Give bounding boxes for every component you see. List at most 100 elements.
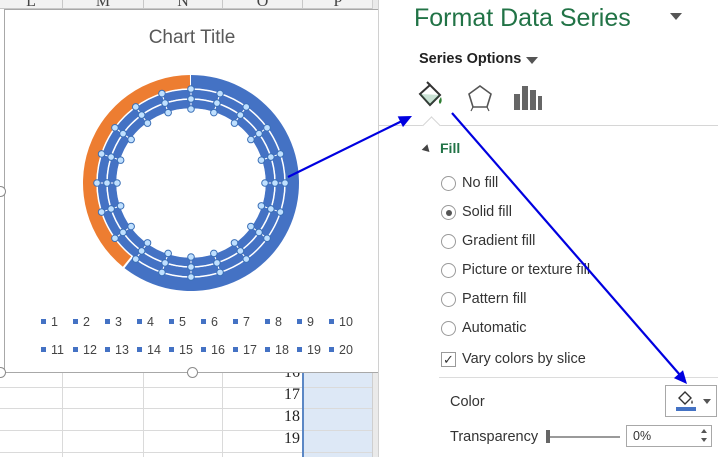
legend-entry[interactable]: 8 (265, 315, 282, 329)
effects-icon[interactable] (463, 80, 497, 114)
selection-handle[interactable] (236, 247, 245, 255)
legend-entry[interactable]: 14 (137, 343, 161, 357)
selection-handle[interactable] (164, 108, 172, 117)
legend-entry[interactable]: 3 (105, 315, 122, 329)
series-options-dropdown[interactable]: Series Options (419, 51, 521, 67)
selection-handle[interactable] (187, 95, 195, 103)
selection-handle[interactable] (213, 99, 221, 107)
selection-handle[interactable] (127, 222, 135, 231)
chart-area[interactable]: Chart Title 1 2 3 4 5 6 7 8 9 10 11 12 13 14 15 16 17 18… (4, 9, 382, 373)
selection-handle[interactable] (161, 259, 169, 267)
selection-handle[interactable] (267, 205, 275, 213)
selection-handle[interactable] (213, 259, 221, 267)
collapse-caret-icon[interactable] (421, 144, 433, 155)
selection-handle[interactable] (127, 135, 135, 144)
selection-handle[interactable] (257, 202, 266, 210)
column-header-l[interactable]: L (0, 0, 62, 8)
selection-handle[interactable] (276, 150, 285, 158)
selection-handle[interactable] (247, 222, 255, 231)
selection-handle[interactable] (267, 153, 275, 161)
transparency-input[interactable]: 0% (626, 425, 712, 447)
selection-handle[interactable] (247, 135, 255, 144)
legend-entry[interactable]: 17 (233, 343, 257, 357)
selection-handle[interactable] (107, 205, 115, 213)
radio-button[interactable] (441, 205, 456, 220)
legend-entry[interactable]: 9 (297, 315, 314, 329)
radio-button[interactable] (441, 234, 456, 249)
column-header-p[interactable]: P (303, 0, 373, 8)
selection-handle[interactable] (113, 179, 121, 187)
selection-handle[interactable] (216, 268, 224, 277)
selection-handle[interactable] (119, 228, 127, 237)
legend-entry[interactable]: 20 (329, 343, 353, 357)
selection-handle[interactable] (143, 239, 152, 247)
column-header-n[interactable]: N (144, 0, 222, 8)
radio-button[interactable] (441, 292, 456, 307)
selection-handle[interactable] (103, 179, 111, 187)
legend-entry[interactable]: 12 (73, 343, 97, 357)
selection-handle[interactable] (131, 255, 140, 263)
selection-handle[interactable] (255, 129, 263, 138)
legend-entry[interactable]: 11 (41, 343, 64, 357)
legend-entry[interactable]: 18 (265, 343, 289, 357)
selection-handle[interactable] (187, 263, 195, 271)
selection-handle[interactable] (230, 119, 239, 127)
series-options-icon[interactable] (510, 80, 544, 114)
selection-handle[interactable] (143, 119, 152, 127)
selection-handle[interactable] (164, 249, 172, 258)
legend-row-1[interactable]: 1 2 3 4 5 6 7 8 9 10 (41, 315, 361, 333)
selection-handle[interactable] (187, 273, 195, 281)
selection-handle[interactable] (281, 179, 289, 187)
radio-button[interactable] (441, 321, 456, 336)
legend-entry[interactable]: 1 (41, 315, 58, 329)
cell-value[interactable]: 17 (262, 386, 300, 404)
selection-handle[interactable] (107, 153, 115, 161)
selected-cells[interactable] (302, 372, 372, 457)
column-header-o[interactable]: O (223, 0, 302, 8)
legend-entry[interactable]: 16 (201, 343, 225, 357)
selection-handle[interactable] (187, 85, 195, 93)
selection-handle[interactable] (210, 249, 218, 258)
selection-handle[interactable] (93, 179, 101, 187)
selection-handle[interactable] (242, 255, 251, 263)
selection-handle[interactable] (187, 105, 195, 113)
legend-entry[interactable]: 10 (329, 315, 353, 329)
legend-entry[interactable]: 4 (137, 315, 154, 329)
fill-section-heading[interactable]: Fill (440, 140, 460, 156)
selection-handle[interactable] (158, 89, 166, 98)
legend-entry[interactable]: 7 (233, 315, 250, 329)
selection-handle[interactable] (131, 103, 140, 111)
fill-line-icon[interactable] (414, 80, 448, 114)
selection-handle[interactable] (97, 208, 106, 216)
legend-entry[interactable]: 19 (297, 343, 321, 357)
column-header-m[interactable]: M (63, 0, 143, 8)
selection-handle[interactable] (261, 179, 269, 187)
cell-value[interactable]: 19 (262, 430, 300, 448)
selection-handle[interactable] (263, 234, 271, 243)
legend-entry[interactable]: 5 (169, 315, 186, 329)
selection-handle[interactable] (271, 179, 279, 187)
chevron-down-icon[interactable] (703, 399, 711, 404)
transparency-slider[interactable] (550, 436, 620, 438)
radio-button[interactable] (441, 263, 456, 278)
legend-row-2[interactable]: 11 12 13 14 15 16 17 18 19 20 (41, 343, 361, 361)
selection-handle[interactable] (111, 234, 119, 243)
selection-handle[interactable] (161, 99, 169, 107)
pane-options-icon[interactable] (670, 13, 682, 20)
legend-entry[interactable]: 15 (169, 343, 193, 357)
spin-down-icon[interactable] (701, 438, 707, 442)
selection-handle[interactable] (116, 156, 125, 164)
selection-handle[interactable] (97, 150, 106, 158)
selection-handle[interactable] (116, 202, 125, 210)
selection-handle[interactable] (111, 123, 119, 132)
selection-handle[interactable] (137, 247, 146, 255)
chart-resize-handle-bottom[interactable] (187, 367, 198, 378)
selection-handle[interactable] (276, 208, 285, 216)
ring-boundary[interactable] (116, 108, 266, 258)
selection-handle[interactable] (119, 129, 127, 138)
selection-handle[interactable] (242, 103, 251, 111)
color-picker-button[interactable] (665, 385, 717, 417)
selection-handle[interactable] (158, 268, 166, 277)
legend-entry[interactable]: 2 (73, 315, 90, 329)
selection-handle[interactable] (257, 156, 266, 164)
